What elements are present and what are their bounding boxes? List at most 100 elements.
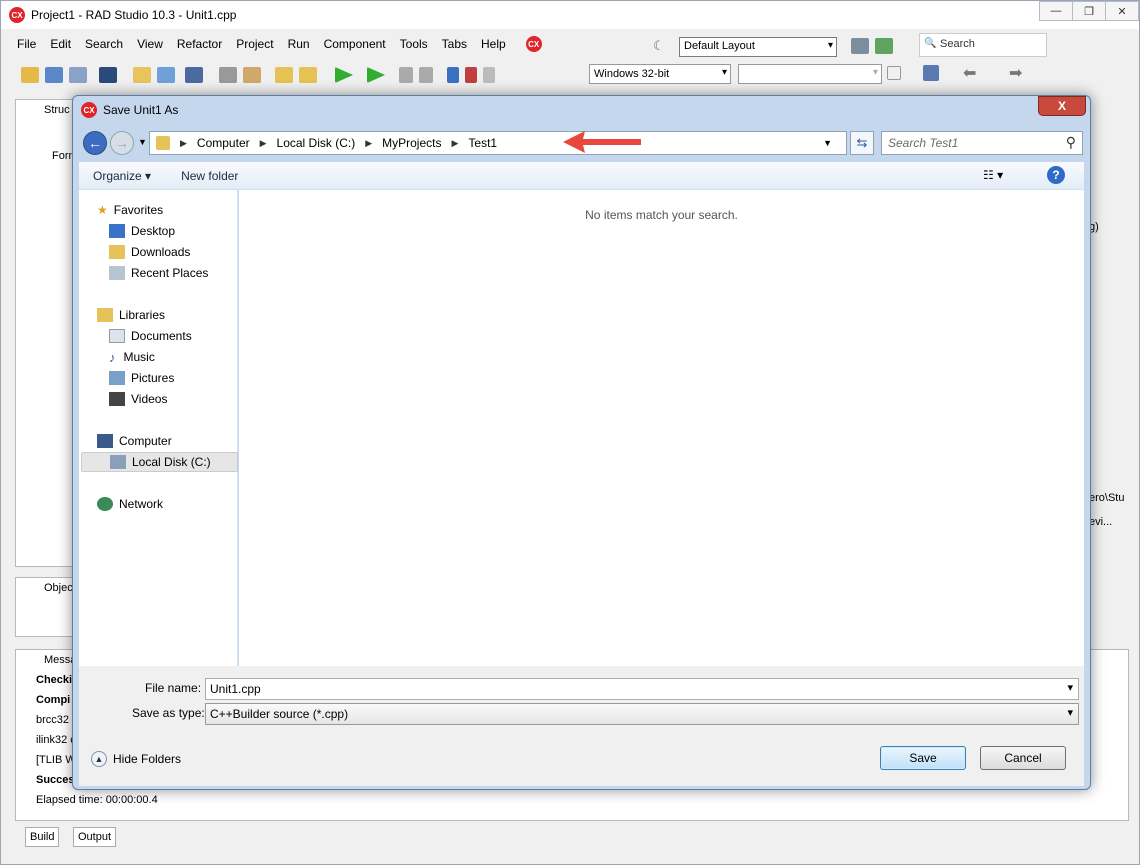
- run-without-debug-icon[interactable]: [367, 67, 385, 83]
- tab-output[interactable]: Output: [73, 827, 117, 847]
- platform-dropdown[interactable]: Windows 32-bit: [589, 64, 731, 84]
- remove-file-icon[interactable]: [243, 67, 261, 83]
- save-type-dropdown[interactable]: C++Builder source (*.cpp): [205, 703, 1079, 725]
- desktop-icon: [109, 224, 125, 238]
- path-separator-icon: ▶: [451, 137, 459, 148]
- save-layout-icon[interactable]: [851, 38, 869, 54]
- elapsed-time: Elapsed time: 00:00:00.4: [36, 794, 158, 806]
- path-separator-icon: ▶: [180, 137, 187, 148]
- file-name-label: File name:: [145, 681, 202, 695]
- message-line: ilink32 c: [36, 734, 76, 746]
- nav-local-disk[interactable]: Local Disk (C:): [81, 452, 238, 472]
- run-to-icon[interactable]: [483, 67, 495, 83]
- run-icon[interactable]: [335, 67, 353, 83]
- reopen-icon[interactable]: [99, 67, 117, 83]
- deploy-icon[interactable]: [923, 65, 939, 81]
- new-folder-button[interactable]: New folder: [181, 169, 238, 183]
- dialog-close-button[interactable]: X: [1038, 96, 1086, 116]
- pictures-icon: [109, 371, 125, 385]
- step-over-icon[interactable]: [465, 67, 477, 83]
- add-file-icon[interactable]: [219, 67, 237, 83]
- menu-file[interactable]: File: [17, 37, 36, 51]
- breadcrumb-computer[interactable]: Computer: [197, 136, 250, 150]
- menu-refactor[interactable]: Refactor: [177, 37, 222, 51]
- organize-button[interactable]: Organize ▾: [93, 169, 151, 183]
- new-file-icon[interactable]: [133, 67, 151, 83]
- menu-run[interactable]: Run: [288, 37, 310, 51]
- breadcrumb-myprojects[interactable]: MyProjects: [382, 136, 441, 150]
- hide-folders-label: Hide Folders: [113, 752, 182, 766]
- tab-build[interactable]: Build: [25, 827, 60, 847]
- disk-icon: [110, 455, 126, 469]
- navigation-pane: ★ Favorites Desktop Downloads Recent Plac…: [79, 190, 238, 666]
- layout-dropdown[interactable]: Default Layout: [679, 37, 837, 57]
- hide-folders-toggle[interactable]: ▲ Hide Folders: [91, 751, 181, 767]
- right-panel-path: ero\Stu: [1089, 492, 1125, 504]
- menu-tools[interactable]: Tools: [400, 37, 428, 51]
- breadcrumb-local-disk[interactable]: Local Disk (C:): [277, 136, 356, 150]
- window-title: Project1 - RAD Studio 10.3 - Unit1.cpp: [31, 8, 237, 22]
- nav-computer[interactable]: Computer: [97, 431, 254, 451]
- apply-layout-icon[interactable]: [875, 38, 893, 54]
- dialog-title: Save Unit1 As: [103, 103, 179, 117]
- menu-search[interactable]: Search: [85, 37, 123, 51]
- maximize-button[interactable]: ❐: [1072, 1, 1106, 21]
- menu-view[interactable]: View: [137, 37, 163, 51]
- address-bar[interactable]: ▶ Computer ▶ Local Disk (C:) ▶ MyProject…: [149, 131, 847, 155]
- forward-nav-icon[interactable]: ➡: [1009, 63, 1022, 83]
- recent-pages-chevron-icon[interactable]: ▼: [138, 137, 147, 147]
- object-inspector-tab-label[interactable]: Objec: [44, 582, 73, 594]
- path-separator-icon: ▶: [259, 137, 267, 148]
- config-dropdown[interactable]: [738, 64, 882, 84]
- command-bar: Organize ▾ New folder ☷ ▾ ?: [79, 162, 1084, 190]
- help-icon[interactable]: ?: [1047, 166, 1065, 184]
- back-arrow-icon[interactable]: ←: [83, 131, 107, 155]
- folder-icon: [156, 136, 170, 150]
- nav-network[interactable]: Network: [97, 494, 254, 514]
- object-inspector-panel: Objec: [15, 577, 73, 637]
- menu-help[interactable]: Help: [481, 37, 506, 51]
- nav-libraries[interactable]: Libraries: [97, 305, 254, 325]
- minimize-button[interactable]: —: [1039, 1, 1073, 21]
- stop-icon[interactable]: [419, 67, 433, 83]
- message-line: Succes: [36, 774, 75, 786]
- path-separator-icon: ▶: [365, 137, 373, 148]
- cancel-button[interactable]: Cancel: [980, 746, 1066, 770]
- embarcadero-icon[interactable]: CX: [525, 36, 542, 52]
- refresh-icon[interactable]: ⇆: [850, 131, 874, 155]
- back-nav-icon[interactable]: ⬅: [963, 63, 976, 83]
- file-list[interactable]: No items match your search.: [239, 190, 1084, 666]
- music-icon: ♪: [109, 349, 116, 365]
- view-options-icon[interactable]: ☷ ▾: [983, 168, 1003, 182]
- close-window-button[interactable]: ✕: [1105, 1, 1139, 21]
- dialog-search-input[interactable]: Search Test1: [881, 131, 1083, 155]
- moon-icon[interactable]: ☾: [653, 38, 665, 54]
- nav-favorites[interactable]: ★ Favorites: [97, 200, 254, 220]
- open-project-icon[interactable]: [45, 67, 63, 83]
- address-dropdown-icon[interactable]: ▼: [823, 138, 832, 148]
- save-icon[interactable]: [185, 67, 203, 83]
- file-name-input[interactable]: Unit1.cpp: [205, 678, 1079, 700]
- star-icon: ★: [97, 203, 108, 217]
- ide-search-input[interactable]: Search: [919, 33, 1047, 57]
- open-file-icon[interactable]: [157, 67, 175, 83]
- recent-places-icon: [109, 266, 125, 280]
- trace-into-icon[interactable]: [447, 67, 459, 83]
- open-folder-icon[interactable]: [275, 67, 293, 83]
- refresh-config-icon[interactable]: [887, 66, 901, 80]
- menu-tabs[interactable]: Tabs: [442, 37, 467, 51]
- menu-edit[interactable]: Edit: [50, 37, 71, 51]
- save-button[interactable]: Save: [880, 746, 966, 770]
- ide-titlebar: CX Project1 - RAD Studio 10.3 - Unit1.cp…: [1, 1, 1139, 29]
- network-icon: [97, 497, 113, 511]
- breadcrumb-test1[interactable]: Test1: [468, 136, 497, 150]
- save-folder-icon[interactable]: [299, 67, 317, 83]
- menu-project[interactable]: Project: [236, 37, 273, 51]
- pause-icon[interactable]: [399, 67, 413, 83]
- new-items-icon[interactable]: [21, 67, 39, 83]
- save-all-icon[interactable]: [69, 67, 87, 83]
- menu-bar: File Edit Search View Refactor Project R…: [1, 32, 542, 56]
- forward-arrow-icon[interactable]: →: [110, 131, 134, 155]
- menu-component[interactable]: Component: [324, 37, 386, 51]
- structure-tab-label[interactable]: Struc: [44, 104, 70, 116]
